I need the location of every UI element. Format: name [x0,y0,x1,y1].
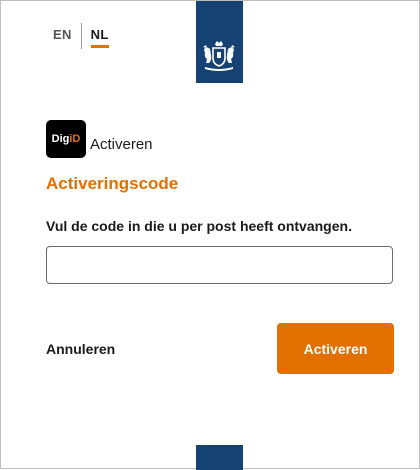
service-label: Activeren [90,136,153,153]
language-switcher: EN NL [53,23,109,49]
cancel-link[interactable]: Annuleren [46,341,115,357]
activation-code-input[interactable] [46,246,393,284]
rijksoverheid-coat-of-arms-icon [203,41,235,71]
digid-logo: Dig iD [46,120,86,158]
code-field-label: Vul de code in die u per post heeft ontv… [46,218,352,234]
page-frame: EN NL Dig iD Activeren Activeringscode Vu… [0,0,420,470]
language-divider [80,23,82,49]
language-option-en[interactable]: EN [53,23,72,42]
digid-logo-text-id: iD [69,133,81,145]
digid-logo-text-dig: Dig [51,133,70,145]
activate-button[interactable]: Activeren [277,323,394,374]
language-option-nl[interactable]: NL [90,23,109,48]
page-title: Activeringscode [46,174,179,193]
rijksoverheid-footer-banner [196,445,243,470]
brand-header: Dig iD Activeren [46,108,153,158]
